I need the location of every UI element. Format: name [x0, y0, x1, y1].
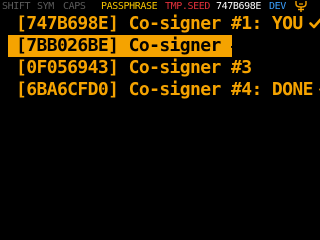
status-bar: SHIFT SYM CAPS PASSPHRASE TMP.SEED 747B6… [0, 0, 320, 13]
menu-item-label: [0F056943] Co-signer #3 [16, 57, 252, 78]
usb-plug-icon [295, 0, 307, 13]
cosigner-menu: [747B698E] Co-signer #1: YOU [7BB026BE] … [8, 13, 320, 101]
menu-item-cosigner-2[interactable]: [7BB026BE] Co-signer #2 [8, 35, 252, 57]
menu-item-label: [7BB026BE] Co-signer #2 [16, 35, 252, 56]
sym-indicator: SYM [37, 1, 54, 12]
menu-item-label: [747B698E] Co-signer #1: YOU [16, 13, 303, 34]
tmp-seed-indicator: TMP.SEED [165, 1, 210, 12]
menu-item-cosigner-4[interactable]: [6BA6CFD0] Co-signer #4: DONE [8, 79, 320, 101]
xfp-indicator: 747B698E [216, 1, 261, 12]
menu-item-cosigner-3[interactable]: [0F056943] Co-signer #3 [8, 57, 320, 79]
menu-item-label: [6BA6CFD0] Co-signer #4: DONE [16, 79, 313, 100]
checkmark-icon [308, 14, 320, 29]
passphrase-indicator: PASSPHRASE [101, 1, 158, 12]
dev-indicator: DEV [269, 1, 286, 12]
menu-item-cosigner-1[interactable]: [747B698E] Co-signer #1: YOU [8, 13, 320, 35]
caps-indicator: CAPS [63, 1, 86, 12]
shift-indicator: SHIFT [2, 1, 31, 12]
